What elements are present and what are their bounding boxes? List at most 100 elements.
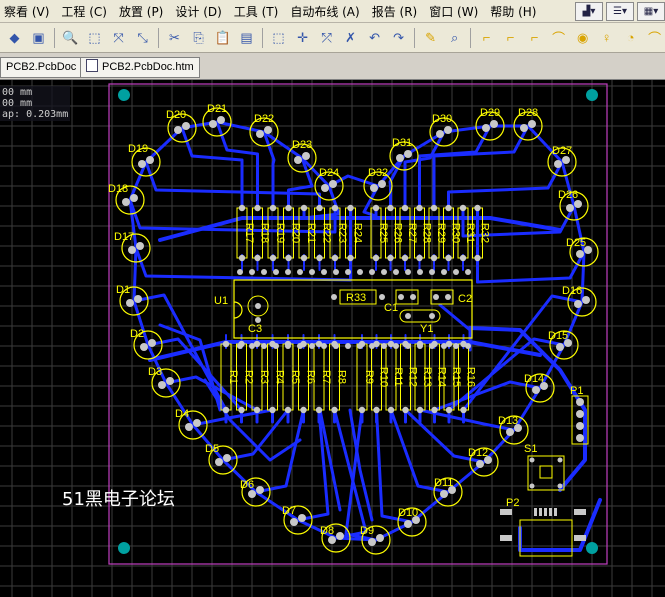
resistor-pad (285, 254, 292, 262)
ic-pad (381, 343, 387, 349)
ic-pad (357, 343, 363, 349)
resistor-label: R24 (352, 223, 364, 243)
led-pad (166, 377, 174, 385)
ic-pad (309, 269, 315, 275)
resistor-pad (358, 406, 366, 414)
resistor-label: R17 (243, 223, 255, 243)
resistor-label: R12 (407, 367, 419, 387)
menu-tools[interactable]: 工具 (T) (230, 3, 287, 20)
tab-pcb2-pcbdoc[interactable]: PCB2.PcbDoc (0, 57, 84, 78)
trace (148, 340, 542, 362)
place-arc-icon[interactable]: ⌒ (548, 27, 569, 49)
led-label: D19 (128, 143, 148, 155)
zoom-icon[interactable]: 🔍 (60, 27, 81, 49)
place-via-icon[interactable]: ♀ (596, 27, 617, 49)
led-pad (134, 295, 142, 303)
resistor-label: R21 (305, 223, 317, 243)
menu-project[interactable]: 工程 (C) (57, 3, 115, 20)
ic-pad (417, 343, 423, 349)
menu-design[interactable]: 设计 (D) (171, 3, 229, 20)
resistor-pad (373, 406, 380, 414)
cross-probe-icon[interactable]: ⤱ (316, 27, 337, 49)
select-icon[interactable]: ⤡ (132, 27, 153, 49)
ic-pad (369, 269, 375, 275)
paste-icon[interactable]: 📋 (212, 27, 233, 49)
resistor-pad (445, 204, 452, 212)
select-area-icon[interactable]: ⬚ (268, 27, 289, 49)
tab-pcb2-pcbdoc-htm[interactable]: PCB2.PcbDoc.htm (80, 57, 200, 78)
cut-icon[interactable]: ✂ (164, 27, 185, 49)
pcb-layout[interactable]: R17 R18 R19 R20 R21 R22 R23 R24 R25 R26 R27 R28 R29 R… (0, 80, 665, 597)
pcb-editor-canvas[interactable]: R17 R18 R19 R20 R21 R22 R23 R24 R25 R26 R27 R28 R29 R… (0, 80, 665, 597)
menu-view[interactable]: 察看 (V) (0, 3, 57, 20)
led-pad (128, 246, 136, 254)
resistor-pad (331, 406, 338, 414)
led-pad (126, 299, 134, 307)
resistor-label: R18 (259, 223, 271, 243)
resistor-pad (331, 254, 339, 262)
menu-reports[interactable]: 报告 (R) (368, 3, 426, 20)
led-label: D5 (205, 443, 219, 455)
menu-place[interactable]: 放置 (P) (115, 3, 171, 20)
led-pad (321, 184, 329, 192)
board-icon[interactable]: ▣ (28, 27, 49, 49)
menu-help[interactable]: 帮助 (H) (486, 3, 544, 20)
s1-pad (557, 483, 563, 489)
led-pad (148, 339, 156, 347)
tab-label: PCB2.PcbDoc.htm (102, 61, 194, 73)
ic-pad (417, 269, 423, 275)
led-pad (396, 154, 404, 162)
place-pad-icon[interactable]: ◉ (572, 27, 593, 49)
zoom-area-icon[interactable]: ⬚ (84, 27, 105, 49)
highlight-icon[interactable]: ✎ (420, 27, 441, 49)
led-pad (556, 343, 564, 351)
browse-components-icon[interactable]: ⌕ (444, 27, 465, 49)
led-label: D7 (282, 505, 296, 517)
resistor-label: R8 (336, 370, 348, 384)
resistor-pad (222, 406, 230, 414)
resistor-label: R26 (392, 223, 404, 243)
led-pad (264, 126, 272, 134)
led-pad (130, 194, 138, 202)
redo-icon[interactable]: ↷ (388, 27, 409, 49)
mounting-hole (586, 542, 598, 554)
ic-pad (429, 269, 435, 275)
route-diffpair-icon[interactable]: ⌐ (500, 27, 521, 49)
grid-tool-icon[interactable]: ▦▾ (637, 2, 665, 21)
copy-icon[interactable]: ⎘ (188, 27, 209, 49)
ic-pad (261, 343, 267, 349)
led-pad (140, 343, 148, 351)
chart-tool-icon[interactable]: ▟▾ (575, 2, 603, 21)
ic-pad (285, 269, 291, 275)
led-pad (532, 386, 540, 394)
resistor-label: R15 (450, 367, 462, 387)
move-icon[interactable]: ✛ (292, 27, 313, 49)
resistor-pad (331, 204, 339, 212)
route-multi-icon[interactable]: ⌐ (524, 27, 545, 49)
resistor-label: R4 (274, 370, 286, 384)
resistor-pad (372, 204, 380, 212)
layer-icon[interactable]: ◆ (4, 27, 25, 49)
led-label: D30 (432, 113, 452, 125)
align-tool-icon[interactable]: ☰▾ (606, 2, 634, 21)
resistor-pad (372, 254, 380, 262)
zoom-fit-icon[interactable]: ⤧ (108, 27, 129, 49)
resistor-pad (269, 204, 277, 212)
ic-pad (453, 269, 459, 275)
menu-window[interactable]: 窗口 (W) (425, 3, 486, 20)
interactive-route-icon[interactable]: ⌐ (476, 27, 497, 49)
resistor-pad (316, 204, 323, 212)
place-polygon-icon[interactable]: ⌒ (644, 27, 665, 49)
place-fill-icon[interactable]: ◔ (620, 27, 641, 49)
resistor-pad (300, 254, 308, 262)
menu-bar: 察看 (V) 工程 (C) 放置 (P) 设计 (D) 工具 (T) 自动布线 … (0, 0, 665, 23)
ic-pad (273, 343, 279, 349)
led-label: D32 (368, 167, 388, 179)
resistor-label: R31 (464, 223, 476, 243)
undo-icon[interactable]: ↶ (364, 27, 385, 49)
deselect-icon[interactable]: ✗ (340, 27, 361, 49)
crystal-pad (405, 313, 411, 319)
resistor-pad (300, 204, 308, 212)
menu-autoroute[interactable]: 自动布线 (A) (286, 3, 367, 20)
rubber-stamp-icon[interactable]: ▤ (236, 27, 257, 49)
